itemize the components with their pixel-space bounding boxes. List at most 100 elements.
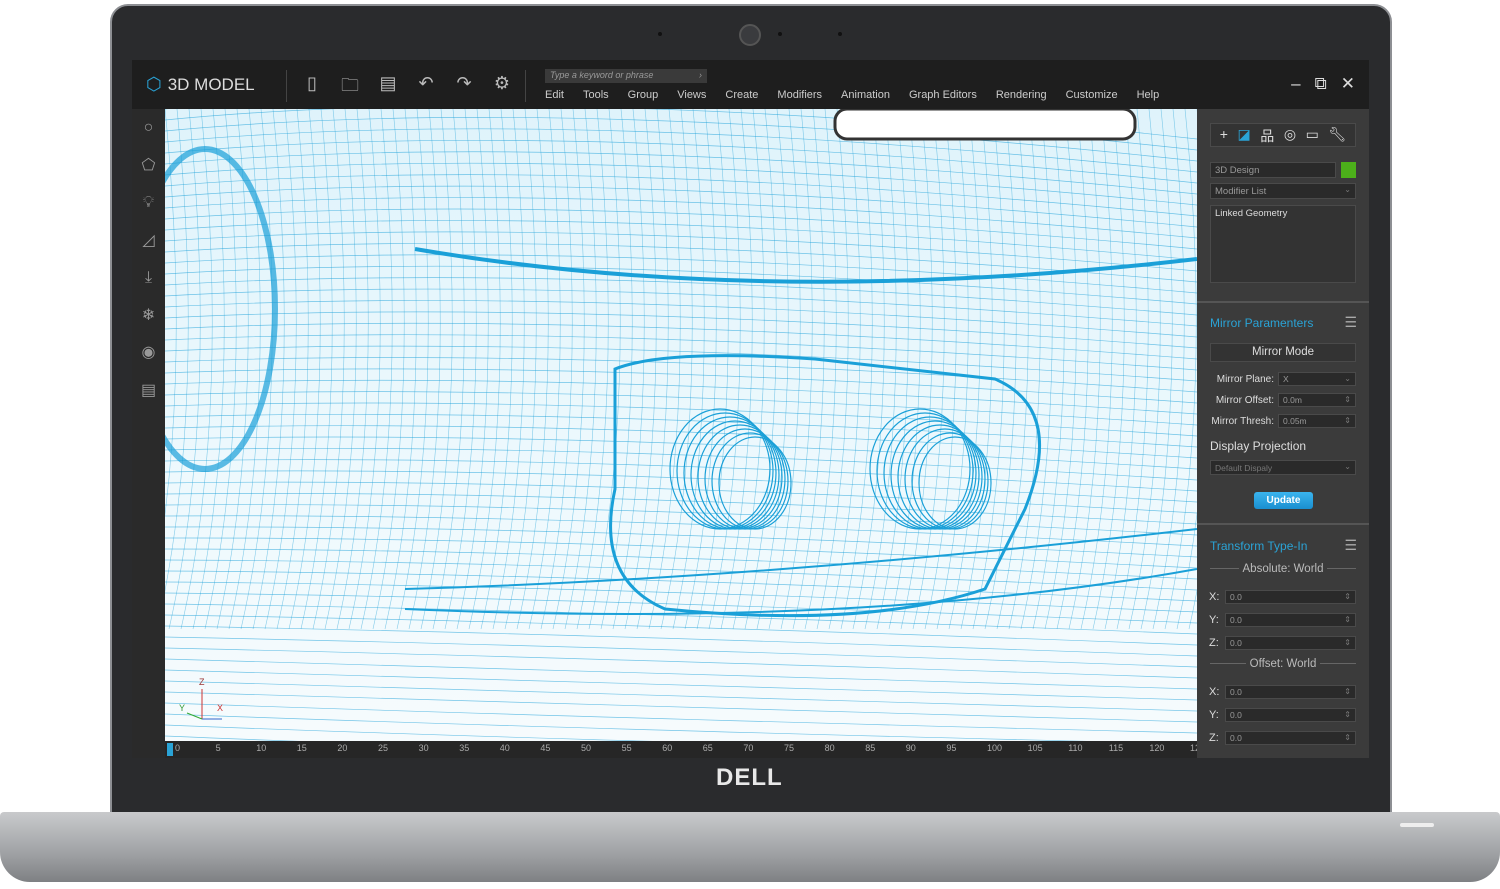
modifier-stack-item[interactable]: Linked Geometry	[1215, 208, 1287, 219]
terrain-icon[interactable]: ◿	[132, 222, 165, 260]
display-projection-dropdown[interactable]: Default Dispaly ⌄	[1210, 460, 1356, 475]
sensor	[838, 32, 842, 36]
mirror-thresh-stepper[interactable]: 0.05m ⇕	[1278, 414, 1356, 428]
stepper-icon[interactable]: ⇕	[1344, 615, 1351, 624]
timeline-scrubber[interactable]	[167, 743, 173, 756]
menu-tools[interactable]: Tools	[583, 89, 609, 101]
undo-icon[interactable]: ↶	[416, 73, 436, 103]
stepper-icon[interactable]: ⇕	[1344, 638, 1351, 647]
timeline[interactable]: 0 5 10 15 20 25 30 35 40 45 50 55 60 65 70 75 80 85 90 95 10…	[165, 741, 1205, 758]
timeline-tick-label: 60	[662, 743, 673, 753]
circle-icon[interactable]: ○	[132, 109, 165, 147]
sensor	[658, 32, 662, 36]
stepper-value: 0.0	[1230, 710, 1242, 720]
modifier-stack[interactable]: Linked Geometry	[1210, 205, 1356, 283]
shapes-icon[interactable]: ⬠	[132, 147, 165, 185]
divider	[286, 70, 287, 102]
stepper-icon[interactable]: ⇕	[1344, 733, 1351, 742]
menu-icon[interactable]: ☰	[1344, 314, 1357, 331]
offset-world-separator: Offset: World	[1210, 658, 1356, 670]
abs-y-stepper[interactable]: 0.0 ⇕	[1225, 613, 1356, 627]
stepper-icon[interactable]: ⇕	[1344, 687, 1351, 696]
stepper-icon[interactable]: ⇕	[1344, 395, 1351, 404]
save-icon[interactable]: ▤	[378, 73, 398, 103]
display-projection-value: Default Dispaly	[1215, 463, 1273, 473]
menu-create[interactable]: Create	[725, 89, 758, 101]
panel-tabs: + ◪ 品 ◎ ▭ 🔧︎	[1210, 123, 1356, 147]
dell-logo: DELL	[716, 764, 783, 791]
modifier-list-label: Modifier List	[1215, 186, 1267, 197]
update-button[interactable]: Update	[1254, 492, 1313, 509]
search-input[interactable]: Type a keyword or phrase ›	[545, 69, 707, 83]
menu-customize[interactable]: Customize	[1066, 89, 1118, 101]
mirror-mode-button[interactable]: Mirror Mode	[1210, 343, 1356, 362]
off-y-stepper[interactable]: 0.0 ⇕	[1225, 708, 1356, 722]
create-icon[interactable]: +	[1220, 126, 1228, 144]
mirror-offset-stepper[interactable]: 0.0m ⇕	[1278, 393, 1356, 407]
lightbulb-icon[interactable]: 💡︎	[132, 184, 165, 222]
minimize-icon[interactable]: –	[1291, 74, 1300, 94]
cube-icon: ⬡	[146, 74, 162, 94]
new-file-icon[interactable]: ▯	[302, 73, 322, 103]
settings-file-icon[interactable]: ⚙	[492, 73, 512, 103]
abs-z-stepper[interactable]: 0.0 ⇕	[1225, 636, 1356, 650]
object-name-field[interactable]: 3D Design	[1210, 162, 1336, 178]
offset-world-label: Offset: World	[1245, 658, 1321, 670]
snowflake-icon[interactable]: ❄	[132, 297, 165, 335]
absolute-world-label: Absolute: World	[1238, 563, 1328, 575]
menu-icon[interactable]: ☰	[1344, 537, 1357, 554]
timeline-tick-label: 0	[175, 743, 181, 753]
menu-edit[interactable]: Edit	[545, 89, 564, 101]
divider	[1197, 301, 1369, 303]
chevron-down-icon: ⌄	[1344, 462, 1351, 471]
menu-modifiers[interactable]: Modifiers	[777, 89, 822, 101]
redo-icon[interactable]: ↷	[454, 73, 474, 103]
eye-icon[interactable]: ◉	[132, 334, 165, 372]
timeline-tick-label: 5	[215, 743, 221, 753]
document-icon[interactable]: ▤	[132, 372, 165, 410]
menu-bar: Edit Tools Group Views Create Modifiers …	[545, 89, 1178, 101]
absolute-world-separator: Absolute: World	[1210, 563, 1356, 575]
open-folder-icon[interactable]: 🗀	[340, 73, 360, 103]
chevron-down-icon: ⌄	[1344, 374, 1351, 383]
axis-x-label: X	[217, 703, 224, 713]
object-color-swatch[interactable]	[1341, 162, 1356, 178]
mirror-plane-value: X	[1283, 374, 1289, 384]
stepper-icon[interactable]: ⇕	[1344, 592, 1351, 601]
mirror-plane-dropdown[interactable]: X ⌄	[1278, 372, 1356, 386]
timeline-tick-label: 15	[296, 743, 307, 753]
abs-y-label: Y:	[1209, 614, 1219, 626]
menu-graph-editors[interactable]: Graph Editors	[909, 89, 977, 101]
divider	[525, 70, 526, 102]
abs-x-stepper[interactable]: 0.0 ⇕	[1225, 590, 1356, 604]
timeline-tick-label: 90	[905, 743, 916, 753]
motion-icon[interactable]: ◎	[1284, 126, 1296, 144]
timeline-tick-label: 75	[784, 743, 795, 753]
menu-help[interactable]: Help	[1137, 89, 1160, 101]
hierarchy-icon[interactable]: 品	[1260, 126, 1274, 144]
abs-z-label: Z:	[1209, 637, 1219, 649]
menu-rendering[interactable]: Rendering	[996, 89, 1047, 101]
menu-animation[interactable]: Animation	[841, 89, 890, 101]
timeline-tick-label: 65	[702, 743, 713, 753]
utilities-icon[interactable]: 🔧︎	[1328, 126, 1346, 144]
divider	[1197, 523, 1369, 525]
3d-viewport[interactable]: Z Y X	[132, 94, 1245, 758]
download-icon[interactable]: ⤓	[132, 259, 165, 297]
restore-icon[interactable]: ⧉	[1315, 74, 1327, 94]
timeline-tick-label: 95	[946, 743, 957, 753]
timeline-tick-label: 105	[1027, 743, 1043, 753]
timeline-tick-label: 30	[418, 743, 429, 753]
modifier-list-dropdown[interactable]: Modifier List ⌄	[1210, 183, 1356, 199]
menu-views[interactable]: Views	[677, 89, 706, 101]
display-icon[interactable]: ▭	[1306, 126, 1319, 144]
off-z-stepper[interactable]: 0.0 ⇕	[1225, 731, 1356, 745]
modify-icon[interactable]: ◪	[1238, 126, 1251, 144]
off-x-stepper[interactable]: 0.0 ⇕	[1225, 685, 1356, 699]
power-indicator	[1400, 823, 1434, 827]
mirror-thresh-value: 0.05m	[1283, 416, 1307, 426]
stepper-icon[interactable]: ⇕	[1344, 710, 1351, 719]
menu-group[interactable]: Group	[628, 89, 659, 101]
close-icon[interactable]: ✕	[1341, 74, 1355, 94]
stepper-icon[interactable]: ⇕	[1344, 416, 1351, 425]
